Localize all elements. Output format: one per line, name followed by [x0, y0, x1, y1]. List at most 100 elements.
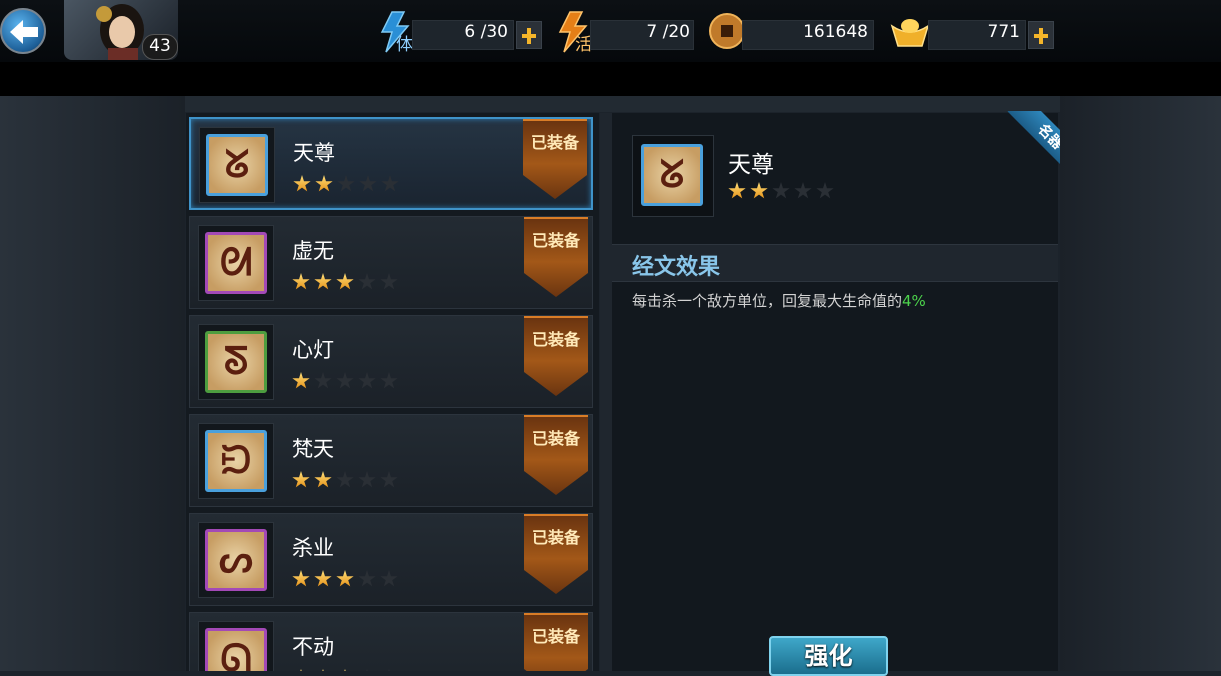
- item-icon-slot: ᘕ: [198, 324, 274, 400]
- star-icon: [336, 273, 354, 290]
- item-stars: [293, 175, 403, 197]
- item-stars: [292, 273, 402, 295]
- section-title: 经文效果: [632, 255, 721, 280]
- equipped-tag: 已装备: [523, 119, 587, 199]
- enhance-button[interactable]: 强化: [769, 636, 888, 676]
- rune-glyph: ᔕ: [219, 536, 253, 581]
- star-icon: [336, 570, 354, 587]
- star-icon: [381, 175, 399, 192]
- stamina-label: 体: [396, 35, 413, 55]
- rune-glyph: ᙊ: [220, 437, 252, 482]
- panel-divider: [600, 113, 612, 671]
- item-name: 梵天: [292, 437, 334, 461]
- star-icon: [292, 273, 310, 290]
- back-button[interactable]: [0, 8, 46, 54]
- star-icon: [380, 570, 398, 587]
- item-icon-slot: ᘛ: [198, 225, 274, 301]
- item-name: 虚无: [292, 239, 334, 263]
- equipped-tag-label: 已装备: [531, 627, 580, 646]
- scripture-list-item[interactable]: ᘜ 天尊 已装备: [189, 117, 593, 210]
- star-icon: [314, 570, 332, 587]
- item-name: 杀业: [292, 536, 334, 560]
- equipped-tag-label: 已装备: [531, 429, 580, 448]
- equipped-tag: 已装备: [524, 514, 588, 594]
- star-icon: [315, 175, 333, 192]
- item-stars: [292, 570, 402, 592]
- sub-bar: [0, 62, 1221, 98]
- item-stars: [292, 372, 402, 394]
- equipped-tag-label: 已装备: [531, 528, 580, 547]
- star-icon: [358, 372, 376, 389]
- detail-rune-glyph: ᘜ: [659, 151, 685, 196]
- scripture-rune-icon: ᘕ: [205, 331, 267, 393]
- vitality-value: 7 /20: [646, 22, 690, 42]
- rune-glyph: ᘕ: [223, 338, 249, 383]
- equipped-tag-label: 已装备: [531, 330, 580, 349]
- star-icon: [728, 182, 746, 199]
- rune-glyph: ᘏ: [220, 635, 252, 671]
- scripture-list-item[interactable]: ᔕ 杀业 已装备: [189, 513, 593, 606]
- equipped-tag: 已装备: [524, 415, 588, 495]
- level-badge: 43: [142, 34, 178, 60]
- ingots-value: 771: [987, 22, 1020, 42]
- star-icon: [794, 182, 812, 199]
- rune-glyph: ᘜ: [224, 141, 250, 186]
- item-icon-slot: ᘏ: [198, 621, 274, 671]
- section-header: 经文效果: [612, 244, 1058, 282]
- panel-frame-right: [1060, 96, 1221, 671]
- equipped-tag: 已装备: [524, 613, 588, 671]
- scripture-rune-icon: ᘛ: [205, 232, 267, 294]
- star-icon: [358, 471, 376, 488]
- item-icon-slot: ᙊ: [198, 423, 274, 499]
- star-icon: [816, 182, 834, 199]
- effect-text: 每击杀一个敌方单位，回复最大生命值的: [632, 292, 903, 310]
- stamina-value: 6 /30: [464, 22, 508, 42]
- scripture-list-item[interactable]: ᘛ 虚无 已装备: [189, 216, 593, 309]
- rune-glyph: ᘛ: [219, 239, 253, 284]
- star-icon: [358, 273, 376, 290]
- detail-panel: ᘜ 天尊 名器 经文效果 每击杀一个敌方单位，回复最大生命值的4%: [612, 111, 1060, 671]
- scripture-rune-icon: ᔕ: [205, 529, 267, 591]
- detail-stars: [728, 182, 838, 204]
- star-icon: [337, 175, 355, 192]
- star-icon: [314, 273, 332, 290]
- effect-description: 每击杀一个敌方单位，回复最大生命值的4%: [632, 290, 926, 311]
- back-arrow-icon: [10, 20, 38, 44]
- add-ingots-button[interactable]: [1028, 21, 1054, 49]
- scripture-list-item[interactable]: ᘏ 不动 已装备: [189, 612, 593, 671]
- add-stamina-button[interactable]: [516, 21, 542, 49]
- scripture-list[interactable]: ᘜ 天尊 已装备 ᘛ 虚无 已装备 ᘕ 心灯 已装备 ᙊ 梵天 已装备 ᔕ 杀业 已装备 ᘏ 不动 已装备: [186, 113, 599, 671]
- equipped-tag: 已装备: [524, 217, 588, 297]
- rank-ribbon: 名器: [998, 111, 1060, 173]
- scripture-rune-icon: ᘜ: [206, 134, 268, 196]
- star-icon: [336, 471, 354, 488]
- item-name: 心灯: [292, 338, 334, 362]
- item-name: 不动: [292, 635, 334, 659]
- effect-value: 4%: [902, 292, 926, 310]
- star-icon: [314, 372, 332, 389]
- star-icon: [292, 570, 310, 587]
- coins-value: 161648: [803, 22, 868, 42]
- star-icon: [380, 372, 398, 389]
- star-icon: [314, 471, 332, 488]
- star-icon: [380, 273, 398, 290]
- gold-ingot-icon: [890, 19, 930, 47]
- scripture-rune-icon: ᙊ: [205, 430, 267, 492]
- star-icon: [336, 372, 354, 389]
- copper-coin-icon: [709, 13, 745, 49]
- scripture-list-item[interactable]: ᙊ 梵天 已装备: [189, 414, 593, 507]
- detail-title: 天尊: [728, 152, 774, 178]
- equipped-tag-label: 已装备: [531, 231, 580, 250]
- star-icon: [772, 182, 790, 199]
- rank-ribbon-label: 名器: [1007, 111, 1060, 173]
- equipped-tag: 已装备: [524, 316, 588, 396]
- star-icon: [292, 372, 310, 389]
- scripture-list-item[interactable]: ᘕ 心灯 已装备: [189, 315, 593, 408]
- star-icon: [292, 471, 310, 488]
- item-icon-slot: ᘜ: [199, 127, 275, 203]
- star-icon: [359, 175, 377, 192]
- star-icon: [358, 570, 376, 587]
- detail-icon-slot: ᘜ: [632, 135, 714, 217]
- item-icon-slot: ᔕ: [198, 522, 274, 598]
- item-name: 天尊: [293, 141, 335, 165]
